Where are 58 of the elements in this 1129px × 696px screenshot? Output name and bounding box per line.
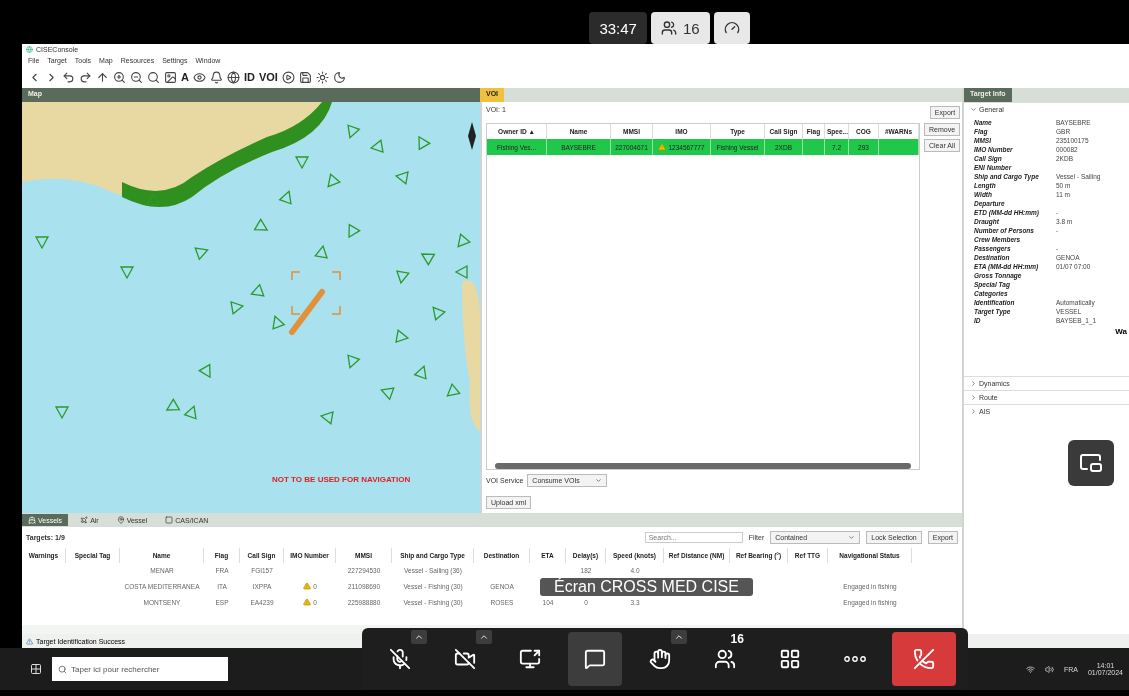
redo-icon[interactable] — [79, 70, 92, 84]
share-screen-icon — [519, 648, 542, 670]
call-timer: 33:47 — [589, 12, 647, 44]
screen-caption: Écran CROSS MED CISE — [540, 578, 753, 596]
chevron-down-icon — [848, 534, 856, 541]
map-drawing: NOT TO BE USED FOR NAVIGATION — [22, 102, 480, 513]
more-icon — [843, 656, 866, 662]
grid-icon — [778, 648, 801, 670]
picture-in-picture-icon — [1079, 451, 1103, 475]
chevron-down-icon — [970, 106, 977, 113]
sun-icon[interactable] — [315, 70, 329, 84]
people-button[interactable]: 16 — [697, 632, 752, 686]
leave-button[interactable] — [892, 632, 957, 686]
section-heading: Wa — [1115, 327, 1128, 336]
app-icon — [26, 46, 33, 53]
square-icon — [165, 516, 174, 524]
plane-icon — [80, 516, 89, 524]
mic-off-icon — [389, 648, 412, 670]
chat-icon — [584, 648, 607, 670]
participant-count: 16 — [682, 19, 700, 37]
image-icon[interactable] — [164, 70, 177, 84]
network-icon[interactable] — [1025, 664, 1035, 674]
participants-button[interactable]: 16 — [650, 12, 710, 44]
placeholder-text: Taper ici pour rechercher — [71, 664, 160, 674]
globe-icon[interactable] — [226, 70, 240, 84]
zoom-in-icon[interactable] — [113, 70, 126, 84]
caret-icon[interactable] — [476, 630, 493, 644]
toolbar-button[interactable]: ID — [243, 71, 255, 83]
ship-icon — [28, 516, 36, 524]
pin-icon — [116, 516, 125, 524]
search-icon — [58, 664, 67, 674]
gauge-icon — [723, 20, 740, 36]
hang-up-icon — [913, 648, 936, 670]
chevron-down-icon — [595, 477, 603, 484]
bell-icon[interactable] — [209, 70, 223, 84]
volume-icon[interactable] — [1044, 664, 1054, 674]
caret-icon[interactable] — [670, 630, 687, 644]
hand-icon — [648, 648, 671, 670]
participant-count: 16 — [730, 632, 744, 646]
people-icon — [660, 20, 677, 36]
arrow-up-icon[interactable] — [96, 70, 109, 84]
eye-icon[interactable] — [192, 70, 206, 84]
search-field[interactable]: Taper ici pour rechercher — [52, 657, 228, 681]
save-icon[interactable] — [298, 70, 312, 84]
undo-icon[interactable] — [62, 70, 75, 84]
caret-icon[interactable] — [411, 630, 428, 644]
start-icon[interactable] — [30, 663, 42, 675]
chat-button[interactable] — [568, 632, 623, 686]
search-icon[interactable] — [147, 70, 160, 84]
toolbar-button[interactable]: VOI — [258, 71, 278, 83]
play-icon[interactable] — [281, 70, 295, 84]
pip-button[interactable] — [1068, 440, 1114, 486]
people-icon — [713, 648, 736, 670]
camera-off-icon — [454, 648, 477, 670]
stats-button[interactable] — [713, 12, 750, 44]
toolbar-button[interactable]: A — [181, 71, 189, 83]
zoom-out-icon[interactable] — [130, 70, 143, 84]
moon-icon[interactable] — [332, 70, 346, 84]
